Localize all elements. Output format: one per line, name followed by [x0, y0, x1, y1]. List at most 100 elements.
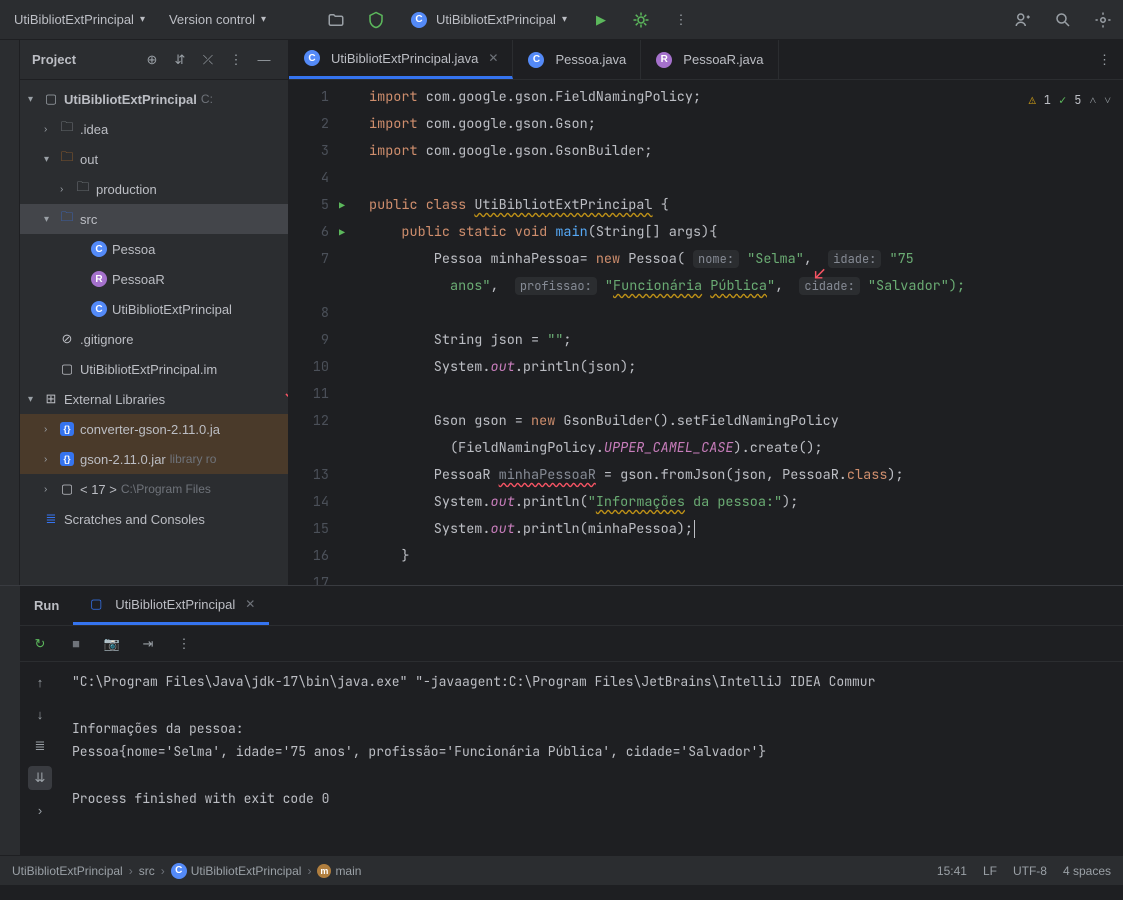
- tab-label: Pessoa.java: [555, 52, 626, 67]
- breadcrumb-method[interactable]: mmain: [317, 864, 361, 878]
- code-line: [369, 165, 1123, 192]
- line-num: 7: [289, 246, 329, 273]
- status-cursor[interactable]: 15:41: [937, 864, 967, 878]
- breadcrumb-src[interactable]: src: [139, 864, 155, 878]
- project-selector[interactable]: UtiBibliotExtPrincipal ▾: [8, 8, 151, 31]
- run-config-tab[interactable]: ▢ UtiBibliotExtPrincipal ✕: [73, 586, 269, 625]
- tab-pessoar[interactable]: R PessoaR.java: [641, 40, 778, 79]
- expand-all-icon[interactable]: ⇵: [168, 48, 192, 72]
- down-arrow-icon[interactable]: ↓: [28, 702, 52, 726]
- open-folder-icon[interactable]: [324, 8, 348, 32]
- run-button[interactable]: ▶: [589, 8, 613, 32]
- text-cursor: [694, 520, 695, 538]
- tree-label: out: [80, 152, 98, 167]
- expand-icon[interactable]: ›: [28, 798, 52, 822]
- hide-icon[interactable]: —: [252, 48, 276, 72]
- rerun-button[interactable]: ↻: [28, 632, 52, 656]
- tree-file-iml[interactable]: ▢ UtiBibliotExtPrincipal.im: [20, 354, 288, 384]
- inspection-widget[interactable]: ⚠1 ✓5 ˄ ˅: [1029, 92, 1111, 108]
- breadcrumb-class[interactable]: CUtiBibliotExtPrincipal: [171, 863, 302, 879]
- run-tool-window: Run ▢ UtiBibliotExtPrincipal ✕ ↻ ■ 📷 ⇥ ⋮…: [0, 585, 1123, 855]
- tree-file-main[interactable]: C UtiBibliotExtPrincipal: [20, 294, 288, 324]
- project-name: UtiBibliotExtPrincipal: [14, 12, 134, 27]
- run-output[interactable]: "C:\Program Files\Java\jdk-17\bin\java.e…: [60, 662, 1123, 855]
- tree-root[interactable]: ▾ ▢ UtiBibliotExtPrincipal C:: [20, 84, 288, 114]
- status-bar: UtiBibliotExtPrincipal › src › CUtiBibli…: [0, 855, 1123, 885]
- select-opened-file-icon[interactable]: ⊕: [140, 48, 164, 72]
- code-line: (FieldNamingPolicy.UPPER_CAMEL_CASE).cre…: [369, 435, 1123, 462]
- settings-icon[interactable]: [1091, 8, 1115, 32]
- tree-folder-idea[interactable]: › 🗀 .idea: [20, 114, 288, 144]
- code-line: System.out.println(json);: [369, 354, 1123, 381]
- tree-folder-out[interactable]: ▾ 🗀 out: [20, 144, 288, 174]
- tab-main[interactable]: C UtiBibliotExtPrincipal.java ✕: [289, 40, 513, 79]
- collaborator-icon[interactable]: [1011, 8, 1035, 32]
- chevron-right-icon: ›: [129, 864, 133, 878]
- line-num: [289, 273, 329, 300]
- tree-lib-gson[interactable]: › {} gson-2.11.0.jar library ro: [20, 444, 288, 474]
- chevron-up-icon[interactable]: ˄: [1089, 92, 1096, 108]
- tree-lib-jdk[interactable]: › ▢ < 17 > C:\Program Files: [20, 474, 288, 504]
- code-line: Pessoa minhaPessoa= new Pessoa( nome: "S…: [369, 246, 1123, 273]
- search-icon[interactable]: [1051, 8, 1075, 32]
- shield-icon[interactable]: [364, 8, 388, 32]
- tree-label: .gitignore: [80, 332, 133, 347]
- breadcrumb-project[interactable]: UtiBibliotExtPrincipal: [12, 864, 123, 878]
- tree-label: < 17 >: [80, 482, 117, 497]
- line-num: 9: [289, 327, 329, 354]
- more-icon[interactable]: ⋮: [172, 632, 196, 656]
- status-encoding[interactable]: UTF-8: [1013, 864, 1047, 878]
- tab-more-button[interactable]: ⋮: [1086, 40, 1123, 79]
- editor-body[interactable]: 1 2 3 4 5▶ 6▶ 7 8 9 10 11 12 13 14 15 16…: [289, 80, 1123, 585]
- class-icon: C: [527, 52, 545, 68]
- stop-button[interactable]: ■: [64, 632, 88, 656]
- tree-file-gitignore[interactable]: ⊘ .gitignore: [20, 324, 288, 354]
- tree-file-pessoa[interactable]: C Pessoa: [20, 234, 288, 264]
- exit-icon[interactable]: ⇥: [136, 632, 160, 656]
- more-icon[interactable]: ⋮: [224, 48, 248, 72]
- line-num[interactable]: 5▶: [289, 192, 329, 219]
- line-num[interactable]: 6▶: [289, 219, 329, 246]
- run-config-selector[interactable]: C UtiBibliotExtPrincipal ▾: [404, 8, 573, 32]
- status-indent[interactable]: 4 spaces: [1063, 864, 1111, 878]
- code-line: [369, 381, 1123, 408]
- run-tab-label[interactable]: Run: [20, 586, 73, 625]
- top-center: C UtiBibliotExtPrincipal ▾ ▶ ⋮: [324, 8, 693, 32]
- line-num: 4: [289, 165, 329, 192]
- close-icon[interactable]: ✕: [488, 51, 498, 65]
- chevron-down-icon: ▾: [28, 94, 42, 105]
- collapse-all-icon[interactable]: ⤫: [196, 48, 220, 72]
- class-icon: C: [410, 12, 428, 28]
- scroll-end-icon[interactable]: ⇊: [28, 766, 52, 790]
- version-control-menu[interactable]: Version control ▾: [163, 8, 272, 31]
- run-toolbar: ↻ ■ 📷 ⇥ ⋮: [20, 626, 1123, 662]
- debug-button[interactable]: [629, 8, 653, 32]
- run-gutter-icon: ▶: [339, 219, 345, 246]
- code-content[interactable]: import com.google.gson.FieldNamingPolicy…: [339, 80, 1123, 585]
- gitignore-icon: ⊘: [58, 331, 76, 347]
- tree-folder-production[interactable]: › 🗀 production: [20, 174, 288, 204]
- tree-lib-converter[interactable]: › {} converter-gson-2.11.0.ja: [20, 414, 288, 444]
- warning-count: 1: [1044, 92, 1051, 108]
- folder-icon: 🗀: [74, 178, 92, 200]
- line-num: 14: [289, 489, 329, 516]
- more-actions-icon[interactable]: ⋮: [669, 8, 693, 32]
- method-icon: m: [317, 864, 331, 878]
- line-num: 10: [289, 354, 329, 381]
- tree-folder-src[interactable]: ▾ 🗀 src: [20, 204, 288, 234]
- top-right: [1011, 8, 1115, 32]
- run-gutter-icon: ▶: [339, 192, 345, 219]
- status-line-sep[interactable]: LF: [983, 864, 997, 878]
- tree-scratches[interactable]: ≣ Scratches and Consoles: [20, 504, 288, 534]
- screenshot-icon[interactable]: 📷: [100, 632, 124, 656]
- chevron-down-icon: ▾: [44, 154, 58, 165]
- up-arrow-icon[interactable]: ↑: [28, 670, 52, 694]
- tree-external-libraries[interactable]: ▾ ⊞ External Libraries ↘: [20, 384, 288, 414]
- soft-wrap-icon[interactable]: ≣: [28, 734, 52, 758]
- chevron-right-icon: ›: [44, 424, 58, 435]
- tree-file-pessoar[interactable]: R PessoaR: [20, 264, 288, 294]
- chevron-down-icon[interactable]: ˅: [1104, 92, 1111, 108]
- tab-pessoa[interactable]: C Pessoa.java: [513, 40, 641, 79]
- record-icon: R: [655, 52, 673, 68]
- close-icon[interactable]: ✕: [245, 597, 255, 611]
